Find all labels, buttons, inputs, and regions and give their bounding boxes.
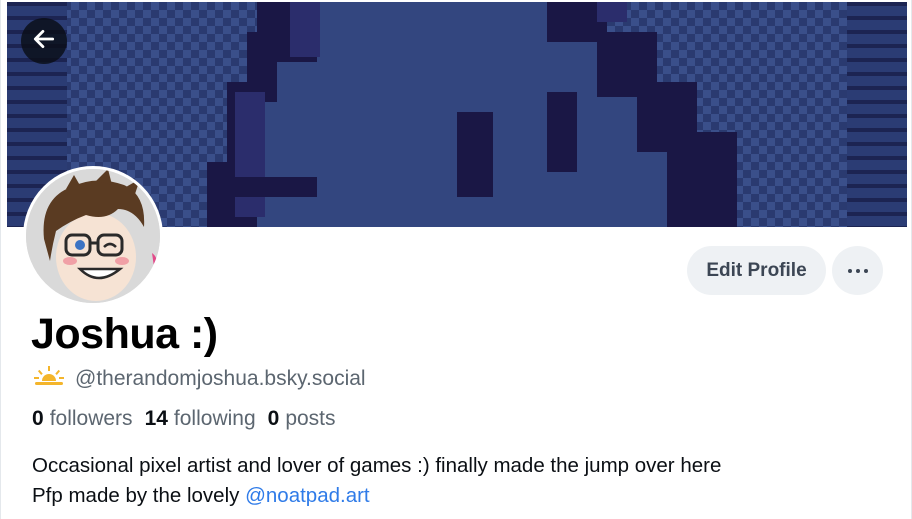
handle-text[interactable]: @therandomjoshua.bsky.social	[75, 367, 366, 391]
profile-stats: 0 followers 14 following 0 posts	[32, 405, 348, 433]
sun-horizon-icon	[33, 365, 65, 393]
display-name: Joshua :)	[31, 310, 218, 358]
arrow-left-icon	[31, 26, 57, 57]
followers-count: 0	[32, 407, 44, 430]
profile-page: Edit Profile Joshua :) @therandomjoshua.…	[0, 0, 912, 519]
more-options-button[interactable]	[832, 246, 883, 295]
followers-stat[interactable]: 0 followers	[32, 407, 133, 431]
bio-line-2: Pfp made by the lovely @noatpad.art	[32, 481, 721, 511]
ellipsis-icon	[847, 268, 852, 273]
back-button[interactable]	[21, 18, 67, 64]
ellipsis-icon	[863, 268, 868, 273]
posts-label: posts	[285, 407, 336, 430]
following-label: following	[173, 407, 256, 430]
posts-count: 0	[267, 407, 280, 430]
edit-profile-button[interactable]: Edit Profile	[687, 246, 826, 295]
following-count: 14	[144, 407, 168, 430]
bio-line-1: Occasional pixel artist and lover of gam…	[32, 454, 722, 477]
avatar[interactable]	[23, 166, 163, 306]
following-stat[interactable]: 14 following	[145, 407, 256, 431]
posts-stat: 0 posts	[268, 407, 336, 431]
bio-line-2-text: Pfp made by the lovely	[32, 484, 246, 507]
ellipsis-icon	[855, 268, 860, 273]
profile-bio: Occasional pixel artist and lover of gam…	[32, 451, 721, 511]
handle-row: @therandomjoshua.bsky.social	[33, 365, 366, 393]
bio-mention-link[interactable]: @noatpad.art	[245, 484, 370, 507]
followers-label: followers	[49, 407, 133, 430]
